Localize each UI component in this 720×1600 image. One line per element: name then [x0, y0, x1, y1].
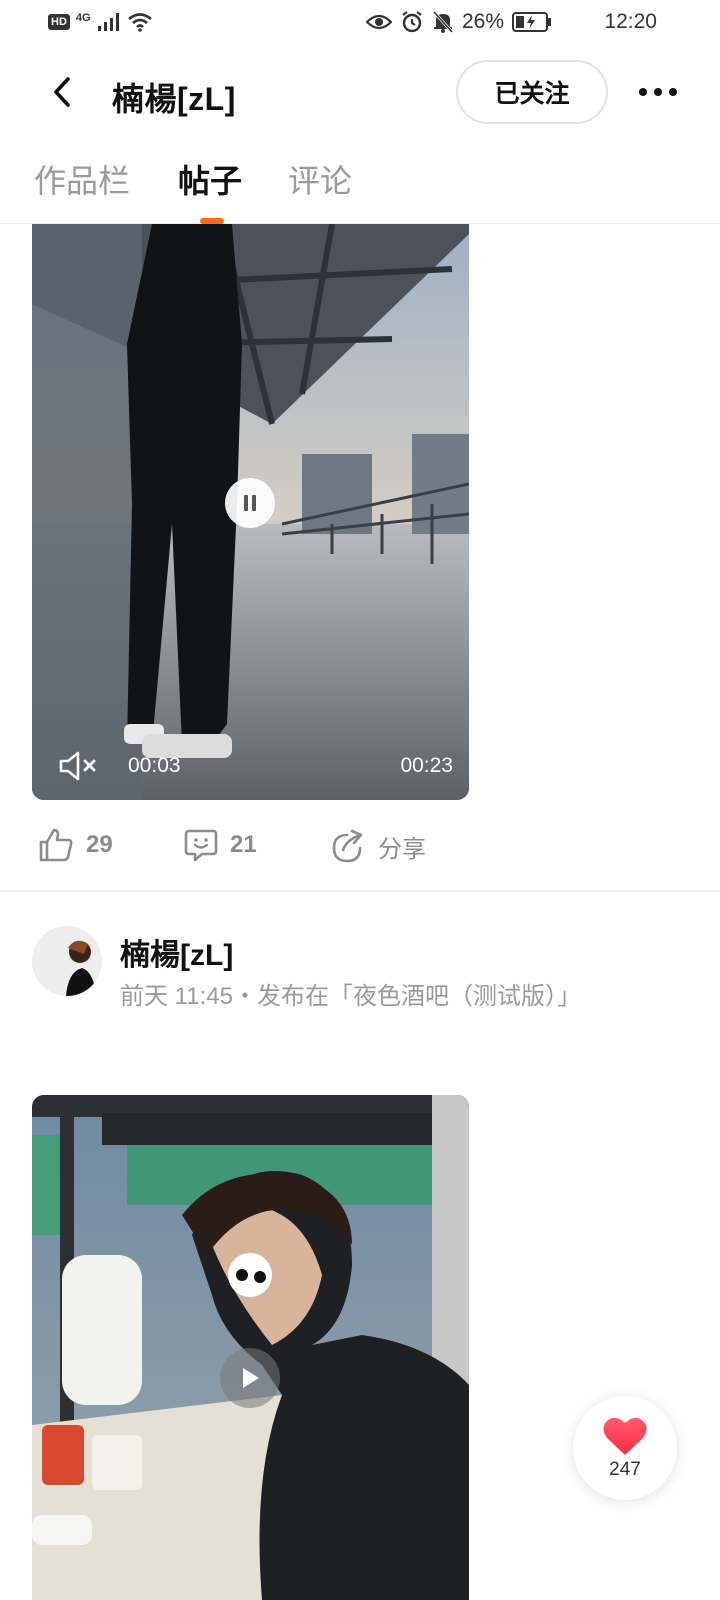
tab-works[interactable]: 作品栏 [34, 156, 130, 202]
video-player[interactable]: 00:03 00:23 [32, 224, 469, 800]
profile-title: 楠楊[zL] [112, 81, 236, 117]
play-button[interactable] [220, 1348, 280, 1408]
status-left: HD 4G [48, 12, 153, 32]
more-dots-icon [639, 88, 677, 96]
signal-icon [97, 13, 119, 31]
floating-like-count: 247 [609, 1459, 641, 1480]
mute-button[interactable] [56, 744, 100, 788]
video-player-2[interactable] [32, 1095, 469, 1600]
floating-like-button[interactable]: 247 [573, 1396, 677, 1500]
back-button[interactable] [40, 70, 84, 114]
profile-header: 楠楊[zL] 已关注 [0, 56, 720, 128]
wifi-icon [127, 13, 152, 32]
status-right: 26% [365, 10, 552, 34]
hd-badge: HD [48, 14, 70, 30]
chevron-left-icon [54, 77, 70, 107]
mute-bell-icon [432, 10, 454, 34]
follow-button[interactable]: 已关注 [456, 60, 608, 124]
battery-percent: 26% [461, 10, 504, 33]
post-meta: 前天 11:45・发布在「夜色酒吧（测试版）」 [120, 983, 581, 1010]
video-current-time: 00:03 [128, 754, 181, 777]
author-name[interactable]: 楠楊[zL] [120, 930, 233, 974]
heart-icon [603, 1417, 647, 1455]
avatar[interactable] [32, 926, 102, 996]
comment-icon [184, 829, 218, 862]
comment-button[interactable]: 21 [184, 828, 257, 862]
speaker-muted-icon [59, 751, 96, 781]
pause-icon [244, 495, 256, 511]
avatar-image [32, 926, 102, 996]
share-label: 分享 [378, 835, 426, 863]
share-button[interactable]: 分享 [330, 828, 426, 864]
pause-button[interactable] [225, 478, 275, 528]
post-actions: 29 21 分享 [0, 822, 720, 892]
battery-icon [512, 12, 551, 32]
comment-count: 21 [230, 831, 257, 858]
play-icon [243, 1368, 259, 1388]
like-count: 29 [86, 831, 113, 858]
clock: 12:20 [604, 10, 657, 33]
eye-icon [365, 14, 392, 30]
status-bar: HD 4G 26% 12:20 [0, 0, 720, 48]
share-icon [332, 829, 363, 863]
video-total-time: 00:23 [400, 754, 453, 777]
thumbs-up-icon [39, 828, 73, 862]
tab-posts[interactable]: 帖子 [178, 156, 242, 202]
network-type: 4G [75, 12, 91, 24]
alarm-icon [402, 11, 422, 33]
more-button[interactable] [632, 70, 684, 114]
like-button[interactable]: 29 [38, 828, 113, 862]
profile-tabs: 作品栏 帖子 评论 [0, 150, 720, 224]
tab-comments[interactable]: 评论 [288, 156, 352, 202]
post-header: 楠楊[zL] 前天 11:45・发布在「夜色酒吧（测试版）」 [0, 924, 720, 1014]
